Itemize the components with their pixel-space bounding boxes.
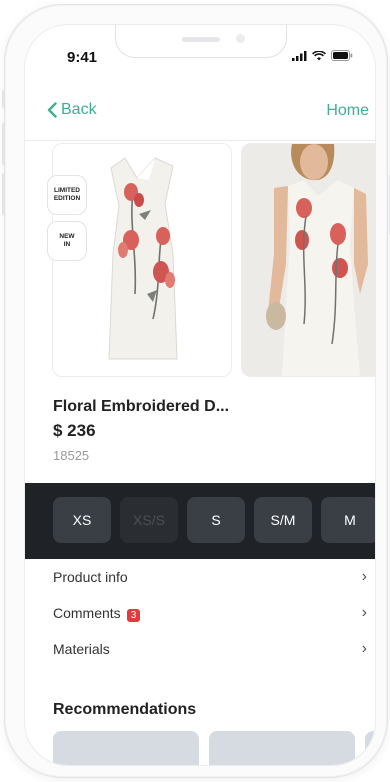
materials-label: Materials — [53, 641, 110, 657]
volume-down-button — [2, 173, 5, 215]
product-image-card[interactable] — [241, 143, 375, 377]
product-image-carousel[interactable]: LIMITED EDITION NEW IN — [25, 143, 375, 379]
recommendations-title: Recommendations — [53, 701, 197, 718]
status-time: 9:41 — [67, 49, 98, 66]
battery-icon — [331, 50, 353, 61]
home-button[interactable]: Home — [326, 102, 369, 120]
product-info-row[interactable]: Product info › — [53, 562, 367, 592]
product-price: $ 236 — [53, 421, 96, 440]
product-sku: 18525 — [53, 448, 90, 463]
chevron-right-icon: › — [361, 640, 367, 657]
size-option-s-m[interactable]: S/M — [254, 497, 312, 543]
navigation-bar: Back Home — [25, 93, 375, 129]
comments-row[interactable]: Comments 3 › — [53, 598, 367, 628]
notch — [115, 25, 287, 58]
size-option-xs[interactable]: XS — [53, 497, 111, 543]
recommendation-card[interactable] — [209, 731, 355, 765]
recommendation-card[interactable] — [53, 731, 199, 765]
speaker — [182, 37, 220, 42]
chevron-left-icon — [47, 102, 57, 118]
nav-divider — [25, 140, 375, 141]
signal-icon — [292, 50, 307, 61]
back-button[interactable]: Back — [47, 101, 97, 119]
size-option-m[interactable]: M — [321, 497, 375, 543]
wifi-icon — [312, 50, 326, 60]
chevron-right-icon: › — [361, 568, 367, 585]
screen: 9:41 Back Home LIMITED EDITION NEW IN Fl… — [24, 24, 376, 766]
limited-badge-line2: EDITION — [53, 195, 81, 202]
product-title: Floral Embroidered D... — [53, 398, 230, 415]
mute-switch — [2, 90, 5, 108]
size-option-xs-s[interactable]: XS/S — [120, 497, 178, 543]
recommendation-card[interactable] — [365, 731, 375, 765]
limited-badge-line1: LIMITED — [54, 187, 80, 194]
limited-edition-badge: LIMITED EDITION — [47, 175, 87, 215]
volume-up-button — [2, 123, 5, 165]
new-badge-line1: NEW — [59, 233, 75, 240]
back-label: Back — [61, 101, 97, 118]
product-info-label: Product info — [53, 569, 128, 585]
materials-row[interactable]: Materials › — [53, 634, 367, 664]
new-badge-line2: IN — [63, 241, 71, 248]
new-in-badge: NEW IN — [47, 221, 87, 261]
size-option-s[interactable]: S — [187, 497, 245, 543]
size-selector: XS XS/S S S/M M — [25, 483, 375, 559]
chevron-right-icon: › — [361, 604, 367, 621]
comments-label: Comments — [53, 604, 121, 621]
camera — [236, 34, 245, 43]
dress-model-image — [242, 144, 375, 376]
status-icons — [292, 50, 353, 61]
comments-count-badge: 3 — [126, 608, 141, 622]
phone-frame: 9:41 Back Home LIMITED EDITION NEW IN Fl… — [2, 4, 390, 778]
